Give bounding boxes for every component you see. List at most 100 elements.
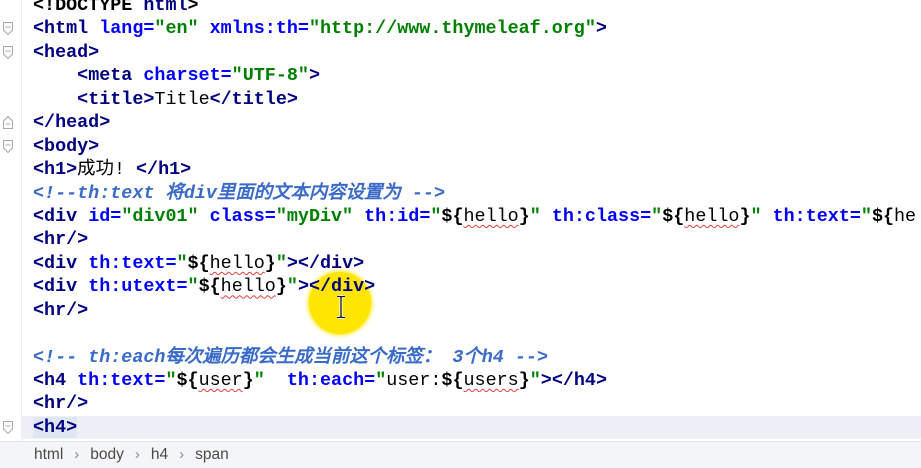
code-line[interactable]: <!--th:text 将div里面的文本内容设置为 -->	[0, 182, 921, 205]
code-line-text[interactable]	[22, 322, 921, 345]
code-line[interactable]: <meta charset="UTF-8">	[0, 64, 921, 87]
attribute-value-token: "en"	[154, 18, 199, 40]
code-line-text[interactable]: <hr/>	[22, 392, 921, 415]
breadcrumb-item-body[interactable]: body	[90, 442, 124, 468]
code-line-text[interactable]: <html lang="en" xmlns:th="http://www.thy…	[22, 17, 921, 40]
attribute-token: th:id=	[353, 205, 431, 227]
code-line[interactable]: <hr/>	[0, 299, 921, 322]
code-line[interactable]: <body>	[0, 135, 921, 158]
breadcrumb-separator-icon: ›	[74, 446, 80, 463]
breadcrumb-separator-icon: ›	[179, 446, 185, 463]
tag-token: html	[143, 0, 188, 16]
attribute-token: lang=	[88, 18, 155, 40]
expression-variable-token: hello	[220, 276, 276, 298]
breadcrumb-item-html[interactable]: html	[34, 442, 63, 468]
code-line[interactable]: <h4>	[0, 415, 921, 440]
expression-variable-token: hello	[209, 252, 265, 274]
attribute-token: class=	[198, 205, 276, 227]
gutter-cell	[0, 369, 22, 392]
attribute-token: th:class=	[540, 205, 652, 227]
gutter-cell	[0, 205, 22, 228]
code-line-text[interactable]: <!--th:text 将div里面的文本内容设置为 -->	[22, 182, 921, 205]
expression-token: ${	[187, 252, 210, 274]
gutter-cell	[0, 252, 22, 275]
doctype-token: >	[187, 0, 199, 16]
tag-token: <div	[33, 276, 78, 298]
expression-token: }	[739, 205, 751, 227]
code-editor[interactable]: <!DOCTYPE html> <html lang="en" xmlns:th=…	[0, 0, 921, 441]
tag-token: <head>	[33, 41, 100, 63]
expression-token: ${	[441, 370, 464, 391]
fold-close-icon[interactable]	[3, 116, 13, 130]
code-line[interactable]: <div th:utext="${hello}"></div>	[0, 275, 921, 298]
tag-token: </head>	[33, 112, 111, 134]
tag-token: <hr/>	[33, 229, 89, 251]
code-line[interactable]: <div id="div01" class="myDiv" th:id="${h…	[0, 205, 921, 228]
gutter-cell	[0, 416, 22, 439]
code-line[interactable]: <hr/>	[0, 228, 921, 251]
code-line[interactable]: <head>	[0, 41, 921, 64]
tag-token: >	[595, 18, 607, 40]
code-line-text[interactable]: <meta charset="UTF-8">	[22, 64, 921, 87]
code-line-text[interactable]: <!-- th:each每次遍历都会生成当前这个标签： 3个h4 -->	[22, 346, 921, 369]
gutter-cell	[0, 182, 22, 205]
fold-open-icon[interactable]	[3, 22, 13, 36]
tag-token: <h1>	[33, 159, 78, 181]
tag-token: <html	[33, 18, 89, 40]
expression-token: }	[264, 252, 276, 274]
code-line-text[interactable]: <hr/>	[22, 228, 921, 251]
expression-variable-token: hello	[463, 205, 519, 227]
code-line[interactable]: </head>	[0, 111, 921, 134]
breadcrumb-item-h4[interactable]: h4	[151, 442, 168, 468]
gutter-cell	[0, 111, 22, 134]
tag-token: </h1>	[136, 159, 192, 181]
code-line-text[interactable]: </head>	[22, 111, 921, 134]
doctype-token: <!DOCTYPE	[33, 0, 144, 16]
tag-token: <hr/>	[33, 393, 89, 415]
attribute-value-token: "http://www.thymeleaf.org"	[308, 18, 596, 40]
attribute-token: th:text=	[761, 205, 861, 227]
fold-open-icon[interactable]	[3, 45, 13, 59]
tag-token: <hr/>	[33, 299, 89, 321]
attribute-value-token: "	[286, 276, 298, 298]
code-line-text[interactable]: <div th:text="${hello}"></div>	[22, 252, 921, 275]
expression-token: }	[518, 370, 530, 391]
expression-token: ${	[871, 205, 895, 227]
code-line[interactable]: <div th:text="${hello}"></div>	[0, 252, 921, 275]
expression-token: }	[275, 276, 287, 298]
tag-token: <div	[33, 252, 78, 274]
text-token: Title	[154, 88, 210, 110]
code-line[interactable]: <h1>成功! </h1>	[0, 158, 921, 181]
code-line-text[interactable]: <div th:utext="${hello}"></div>	[22, 275, 921, 298]
code-line[interactable]	[0, 322, 921, 345]
attribute-value-token: "	[651, 205, 663, 227]
expression-token: }	[518, 205, 530, 227]
breadcrumb-item-span[interactable]: span	[195, 442, 229, 468]
tag-token: >	[308, 65, 320, 87]
code-line[interactable]: <h4 th:text="${user}" th:each="user:${us…	[0, 369, 921, 392]
code-lines[interactable]: <!DOCTYPE html> <html lang="en" xmlns:th=…	[0, 0, 921, 440]
code-line-text[interactable]: <!DOCTYPE html>	[22, 0, 921, 17]
matched-tag-token: <h4>	[33, 416, 78, 438]
code-line[interactable]: <!DOCTYPE html>	[0, 0, 921, 17]
comment-token: <!-- th:each每次遍历都会生成当前这个标签： 3个h4 -->	[33, 346, 548, 368]
tag-token: </title>	[209, 88, 298, 110]
code-line-text[interactable]: <body>	[22, 135, 921, 158]
code-line-text[interactable]: <h4>	[22, 415, 921, 440]
code-line[interactable]: <title>Title</title>	[0, 88, 921, 111]
code-line-text[interactable]: <title>Title</title>	[22, 88, 921, 111]
code-line[interactable]: <!-- th:each每次遍历都会生成当前这个标签： 3个h4 -->	[0, 346, 921, 369]
code-line-text[interactable]: <h4 th:text="${user}" th:each="user:${us…	[22, 369, 921, 392]
code-line-text[interactable]: <head>	[22, 41, 921, 64]
fold-open-icon[interactable]	[3, 139, 13, 153]
code-line-text[interactable]: <hr/>	[22, 299, 921, 322]
fold-open-icon[interactable]	[3, 420, 13, 434]
expression-token: ${	[662, 205, 685, 227]
code-line[interactable]: <html lang="en" xmlns:th="http://www.thy…	[0, 17, 921, 40]
gutter-cell	[0, 322, 22, 345]
gutter-cell	[0, 17, 22, 40]
code-line-text[interactable]: <div id="div01" class="myDiv" th:id="${h…	[22, 205, 921, 228]
code-line-text[interactable]: <h1>成功! </h1>	[22, 158, 921, 181]
code-line[interactable]: <hr/>	[0, 392, 921, 415]
breadcrumb: html › body › h4 › span	[0, 441, 921, 468]
